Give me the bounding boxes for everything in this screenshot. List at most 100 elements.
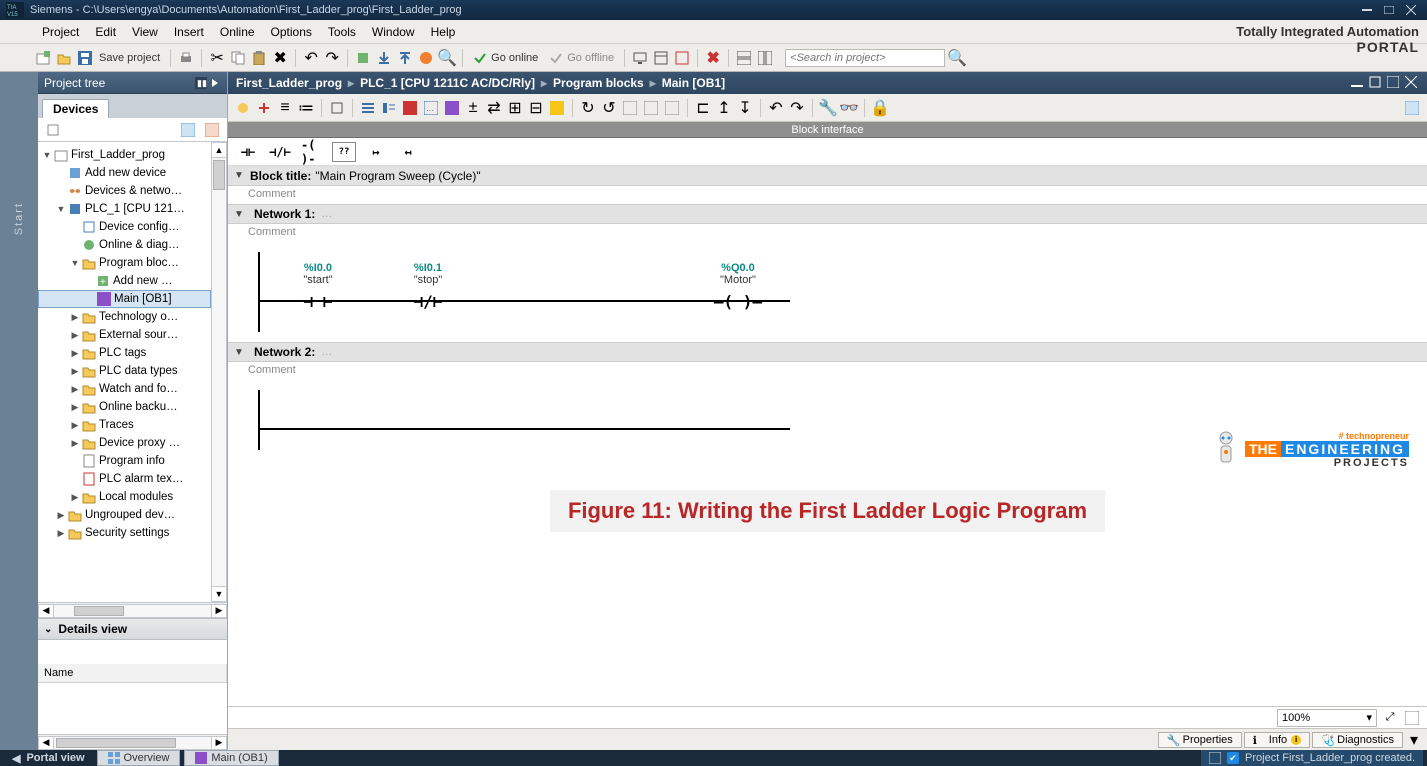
n1-contact-stop[interactable]: %I0.1 "stop" ⊣/⊢ <box>388 262 468 310</box>
network-1-canvas[interactable]: %I0.0 "start" ⊣ ⊢ %I0.1 "stop" ⊣/⊢ %Q0.0… <box>228 242 1427 342</box>
n1-coil-motor[interactable]: %Q0.0 "Motor" ―( )― <box>698 262 778 310</box>
menu-edit[interactable]: Edit <box>87 25 124 39</box>
ed-icon-15[interactable] <box>548 99 566 117</box>
tree-item-7[interactable]: +Add new … <box>38 272 211 290</box>
block-title-value[interactable]: "Main Program Sweep (Cycle)" <box>315 169 480 183</box>
network-2-comment[interactable]: Comment <box>228 362 1427 380</box>
menu-insert[interactable]: Insert <box>166 25 212 39</box>
editor-close-icon[interactable] <box>1405 76 1419 90</box>
menu-project[interactable]: Project <box>34 25 87 39</box>
footer-tab-main-ob1[interactable]: Main (OB1) <box>184 750 278 766</box>
ed-icon-27[interactable]: 👓 <box>840 99 858 117</box>
tree-item-17[interactable]: Program info <box>38 452 211 470</box>
menu-options[interactable]: Options <box>263 25 320 39</box>
search-in-project-input[interactable] <box>785 49 945 67</box>
ed-icon-5[interactable] <box>328 99 346 117</box>
ed-icon-14[interactable]: ⊟ <box>527 99 545 117</box>
instr-no-contact[interactable]: ⊣⊢ <box>236 142 260 162</box>
copy-icon[interactable] <box>229 49 247 67</box>
cross-icon[interactable]: ✖ <box>704 49 722 67</box>
tree-item-4[interactable]: Device config… <box>38 218 211 236</box>
zoom-fit-icon[interactable]: ⤢ <box>1381 709 1399 727</box>
tree-expander[interactable]: ▶ <box>70 348 80 359</box>
tree-item-15[interactable]: ▶Traces <box>38 416 211 434</box>
search-icon[interactable]: 🔍 <box>438 49 456 67</box>
ed-icon-8[interactable] <box>401 99 419 117</box>
instr-branch-open[interactable]: ↦ <box>364 142 388 162</box>
tree-item-16[interactable]: ▶Device proxy … <box>38 434 211 452</box>
ed-icon-20[interactable] <box>663 99 681 117</box>
editor-restore-icon[interactable] <box>1369 76 1383 90</box>
tree-item-5[interactable]: Online & diag… <box>38 236 211 254</box>
ed-icon-24[interactable]: ↶ <box>767 99 785 117</box>
new-project-icon[interactable] <box>34 49 52 67</box>
network-2-canvas[interactable] <box>228 380 1427 460</box>
instr-coil[interactable]: -( )- <box>300 142 324 162</box>
ed-icon-19[interactable] <box>642 99 660 117</box>
zoom-overview-icon[interactable] <box>1403 709 1421 727</box>
instr-box[interactable]: ?? <box>332 142 356 162</box>
crumb-project[interactable]: First_Ladder_prog <box>236 76 342 90</box>
tree-vscrollbar[interactable]: ▲▼ <box>211 142 227 602</box>
instr-branch-close[interactable]: ↤ <box>396 142 420 162</box>
ed-icon-12[interactable]: ⇄ <box>485 99 503 117</box>
tree-item-10[interactable]: ▶External sour… <box>38 326 211 344</box>
tree-hide-icon[interactable] <box>209 77 221 89</box>
ed-icon-2[interactable] <box>255 99 273 117</box>
tab-diagnostics[interactable]: 🩺Diagnostics <box>1312 732 1403 748</box>
details-hscrollbar[interactable]: ◀▶ <box>38 734 227 750</box>
menu-online[interactable]: Online <box>212 25 263 39</box>
ed-icon-10[interactable] <box>443 99 461 117</box>
close-button[interactable] <box>1401 3 1421 17</box>
tree-expander[interactable]: ▼ <box>56 204 66 214</box>
menu-view[interactable]: View <box>124 25 166 39</box>
simulate-icon[interactable] <box>417 49 435 67</box>
tree-expander[interactable]: ▶ <box>70 438 80 449</box>
ed-icon-28[interactable]: 🔒 <box>871 99 889 117</box>
tree-item-19[interactable]: ▶Local modules <box>38 488 211 506</box>
ed-icon-3[interactable]: ≡ <box>276 99 294 117</box>
minimize-button[interactable] <box>1357 3 1377 17</box>
save-project-label[interactable]: Save project <box>99 52 160 64</box>
block-comment[interactable]: Comment <box>228 186 1427 204</box>
maximize-button[interactable] <box>1379 3 1399 17</box>
block-title-toggle[interactable]: ▼ <box>234 170 246 181</box>
tree-expander[interactable]: ▼ <box>42 150 52 160</box>
tree-expander[interactable]: ▶ <box>70 312 80 323</box>
ed-icon-26[interactable]: 🔧 <box>819 99 837 117</box>
ed-icon-1[interactable] <box>234 99 252 117</box>
watch-icon[interactable] <box>652 49 670 67</box>
split-v-icon[interactable] <box>756 49 774 67</box>
footer-tab-overview[interactable]: Overview <box>97 750 181 766</box>
details-col-name[interactable]: Name <box>38 664 227 682</box>
menu-tools[interactable]: Tools <box>320 25 364 39</box>
tree-item-14[interactable]: ▶Online backu… <box>38 398 211 416</box>
redo-icon[interactable]: ↷ <box>323 49 341 67</box>
tree-config-icon[interactable] <box>44 121 62 139</box>
tree-collapse-icon[interactable]: ▮▮ <box>195 77 207 89</box>
tree-item-21[interactable]: ▶Security settings <box>38 524 211 542</box>
ed-icon-4[interactable]: ≔ <box>297 99 315 117</box>
start-rail-label[interactable]: Start <box>13 202 25 235</box>
tree-item-12[interactable]: ▶PLC data types <box>38 362 211 380</box>
menu-window[interactable]: Window <box>364 25 423 39</box>
devices-tab[interactable]: Devices <box>42 99 109 118</box>
network-1-comment[interactable]: Comment <box>228 224 1427 242</box>
network-2-header[interactable]: ▼ Network 2: … <box>228 342 1427 362</box>
upload-icon[interactable] <box>396 49 414 67</box>
ed-icon-23[interactable]: ↧ <box>736 99 754 117</box>
n1-contact-start[interactable]: %I0.0 "start" ⊣ ⊢ <box>278 262 358 310</box>
ed-icon-9[interactable]: … <box>422 99 440 117</box>
network-2-toggle[interactable]: ▼ <box>234 347 246 358</box>
tree-item-2[interactable]: Devices & netwo… <box>38 182 211 200</box>
tree-expander[interactable]: ▶ <box>70 420 80 431</box>
paste-icon[interactable] <box>250 49 268 67</box>
editor-minimize-icon[interactable] <box>1351 76 1365 90</box>
save-icon[interactable] <box>76 49 94 67</box>
portal-view-button[interactable]: ◀ Portal view <box>4 752 93 765</box>
tree-expander[interactable]: ▶ <box>70 402 80 413</box>
compile-icon[interactable] <box>354 49 372 67</box>
search-go-icon[interactable]: 🔍 <box>948 49 966 67</box>
zoom-select[interactable]: 100%▾ <box>1277 709 1377 727</box>
network-1-header[interactable]: ▼ Network 1: … <box>228 204 1427 224</box>
